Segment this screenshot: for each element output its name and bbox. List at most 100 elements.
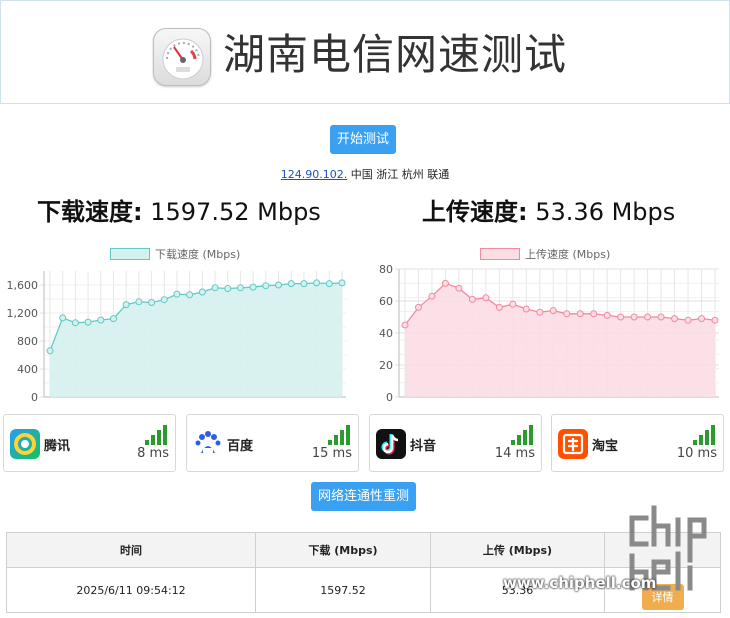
- upload-point: [657, 313, 665, 321]
- latency-name: 百度: [227, 439, 254, 454]
- download-point: [84, 318, 92, 326]
- download-point: [59, 314, 67, 322]
- download-tick-label: 1,600: [7, 279, 39, 292]
- download-point: [300, 280, 308, 288]
- download-point: [71, 319, 79, 327]
- upload-point: [630, 313, 638, 321]
- latency-value: 14 ms: [494, 446, 535, 461]
- upload-point: [684, 316, 692, 324]
- latency-card-baidu: 百度 15 ms: [186, 414, 359, 472]
- upload-speed-label: 上传速度:: [422, 198, 528, 226]
- speedtest-page: 湖南电信网速测试 开始测试 124.90.102. 中国 浙江 杭州 联通 下载…: [0, 0, 730, 618]
- upload-point: [603, 311, 611, 319]
- download-point: [287, 280, 295, 288]
- download-speed-label: 下载速度:: [37, 198, 143, 226]
- retest-connectivity-button[interactable]: 网络连通性重测: [311, 482, 416, 511]
- upload-chart-legend[interactable]: 上传速度 (Mbps): [480, 246, 610, 262]
- latency-name: 淘宝: [592, 439, 619, 454]
- upload-point: [455, 284, 463, 292]
- download-point: [211, 284, 219, 292]
- signal-bars-icon: [511, 425, 535, 445]
- download-point: [275, 281, 283, 289]
- upload-point: [441, 279, 449, 287]
- download-point: [160, 296, 168, 304]
- download-point: [46, 347, 54, 355]
- upload-tick-label: 0: [386, 391, 393, 404]
- download-speed-value: 1597.52 Mbps: [150, 198, 321, 226]
- table-header-row: 时间 下载 (Mbps) 上传 (Mbps): [6, 532, 721, 568]
- connection-info: 124.90.102. 中国 浙江 杭州 联通: [0, 166, 730, 182]
- upload-point: [698, 315, 706, 323]
- download-chart: 0 400 800 1,200 1,600: [7, 271, 346, 404]
- upload-legend-label: 上传速度 (Mbps): [525, 248, 611, 261]
- upload-point: [401, 321, 409, 329]
- upload-speed-value: 53.36 Mbps: [535, 198, 676, 226]
- download-point: [97, 316, 105, 324]
- upload-point: [536, 308, 544, 316]
- download-chart-legend[interactable]: 下载速度 (Mbps): [110, 246, 240, 262]
- watermark-text: www.chiphell.com: [503, 574, 657, 592]
- download-area: [50, 282, 342, 397]
- signal-bars-icon: [145, 425, 169, 445]
- latency-value: 15 ms: [311, 446, 352, 461]
- download-point: [186, 291, 194, 299]
- upload-area: [405, 283, 715, 397]
- douyin-icon: [376, 429, 406, 459]
- download-point: [109, 315, 117, 323]
- upload-tick-label: 80: [379, 263, 393, 276]
- ip-location: 中国 浙江 杭州 联通: [350, 168, 450, 181]
- latency-card-tencent: 腾讯 8 ms: [3, 414, 176, 472]
- download-point: [198, 288, 206, 296]
- download-point: [325, 280, 333, 288]
- upload-point: [414, 303, 422, 311]
- upload-point: [671, 315, 679, 323]
- download-point: [338, 279, 346, 287]
- page-title: 湖南电信网速测试: [223, 30, 568, 79]
- download-legend-label: 下载速度 (Mbps): [155, 248, 241, 261]
- upload-point: [563, 310, 571, 318]
- download-point: [236, 284, 244, 292]
- upload-point: [468, 295, 476, 303]
- download-tick-label: 800: [17, 335, 38, 348]
- download-point: [122, 301, 130, 309]
- cell-time: 2025/6/11 09:54:12: [6, 567, 256, 613]
- ip-address-link[interactable]: 124.90.102.: [281, 168, 347, 181]
- download-tick-label: 1,200: [7, 307, 39, 320]
- upload-point: [590, 310, 598, 318]
- signal-bars-icon: [693, 425, 717, 445]
- signal-bars-icon: [328, 425, 352, 445]
- latency-name: 抖音: [410, 439, 437, 454]
- column-header-time: 时间: [6, 532, 256, 568]
- latency-card-douyin: 抖音 14 ms: [369, 414, 542, 472]
- download-tick-label: 0: [31, 391, 38, 404]
- tencent-icon: [10, 429, 40, 459]
- history-table: 时间 下载 (Mbps) 上传 (Mbps) 2025/6/11 09:54:1…: [6, 532, 721, 613]
- upload-point: [549, 307, 557, 315]
- page-header: 湖南电信网速测试: [0, 0, 730, 104]
- start-test-button[interactable]: 开始测试: [330, 125, 396, 154]
- latency-value: 10 ms: [676, 446, 717, 461]
- latency-card-taobao: 淘宝 10 ms: [551, 414, 724, 472]
- download-point: [313, 279, 321, 287]
- upload-point: [711, 316, 719, 324]
- upload-chart: 0 20 40 60 80: [379, 263, 719, 404]
- column-header-upload: 上传 (Mbps): [430, 532, 605, 568]
- upload-tick-label: 20: [379, 359, 393, 372]
- download-point: [135, 298, 143, 306]
- latency-value: 8 ms: [137, 446, 169, 461]
- download-legend-swatch: [110, 248, 150, 260]
- download-point: [224, 285, 232, 292]
- download-tick-label: 400: [17, 363, 38, 376]
- speedometer-icon: [153, 28, 211, 86]
- latency-name: 腾讯: [44, 439, 71, 454]
- column-header-download: 下载 (Mbps): [255, 532, 431, 568]
- upload-point: [482, 294, 490, 302]
- taobao-icon: [558, 429, 588, 459]
- upload-speed: 上传速度: 53.36 Mbps: [422, 196, 675, 228]
- upload-point: [576, 310, 584, 318]
- upload-tick-label: 60: [379, 295, 393, 308]
- download-point: [148, 299, 156, 306]
- upload-point: [644, 313, 652, 321]
- upload-point: [617, 313, 625, 321]
- upload-tick-label: 40: [379, 327, 393, 340]
